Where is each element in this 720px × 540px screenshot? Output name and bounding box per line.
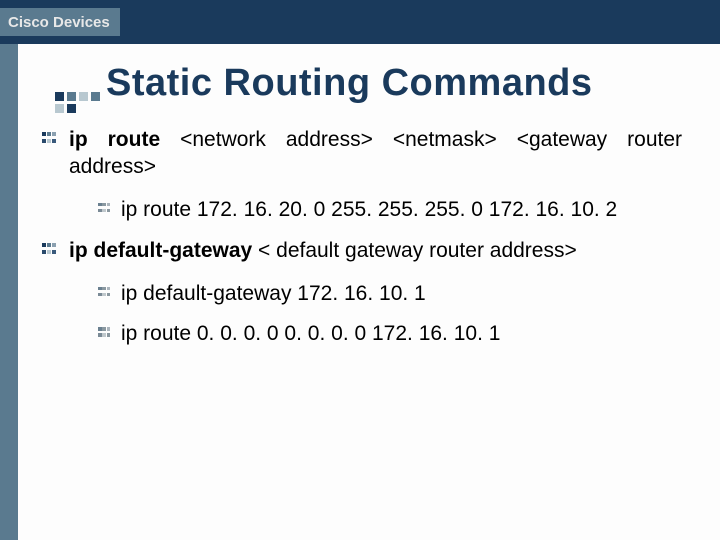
list-item-text: ip route <network address> <netmask> <ga…: [69, 127, 682, 181]
slide: Cisco Devices Static Routing Commands ip…: [0, 0, 720, 540]
header-label: Cisco Devices: [8, 14, 110, 31]
header-tab: Cisco Devices: [0, 8, 120, 36]
command-args: <network address> <netmask> <gateway rou…: [69, 128, 682, 178]
list-item-text: ip route 0. 0. 0. 0 0. 0. 0. 0 172. 16. …: [121, 321, 500, 348]
bullet-icon: [98, 327, 113, 339]
title-decoration-icon: [55, 92, 103, 116]
bullet-icon: [98, 203, 113, 215]
list-item-text: ip route 172. 16. 20. 0 255. 255. 255. 0…: [121, 197, 617, 224]
list-item: ip route 0. 0. 0. 0 0. 0. 0. 0 172. 16. …: [98, 321, 682, 348]
bullet-icon: [42, 132, 59, 146]
slide-title: Static Routing Commands: [106, 62, 720, 105]
bullet-icon: [42, 243, 59, 257]
title-area: Static Routing Commands: [56, 62, 720, 105]
list-item: ip default-gateway < default gateway rou…: [42, 238, 682, 265]
list-item-text: ip default-gateway 172. 16. 10. 1: [121, 281, 426, 308]
content-area: ip route <network address> <netmask> <ga…: [42, 127, 682, 348]
left-stripe: [0, 44, 18, 540]
command-args: < default gateway router address>: [252, 239, 577, 262]
list-item: ip route 172. 16. 20. 0 255. 255. 255. 0…: [98, 197, 682, 224]
list-item-text: ip default-gateway < default gateway rou…: [69, 238, 577, 265]
command-name: ip route: [69, 128, 160, 151]
command-name: ip default-gateway: [69, 239, 252, 262]
header-bar: Cisco Devices: [0, 0, 720, 44]
bullet-icon: [98, 287, 113, 299]
list-item: ip route <network address> <netmask> <ga…: [42, 127, 682, 181]
list-item: ip default-gateway 172. 16. 10. 1: [98, 281, 682, 308]
